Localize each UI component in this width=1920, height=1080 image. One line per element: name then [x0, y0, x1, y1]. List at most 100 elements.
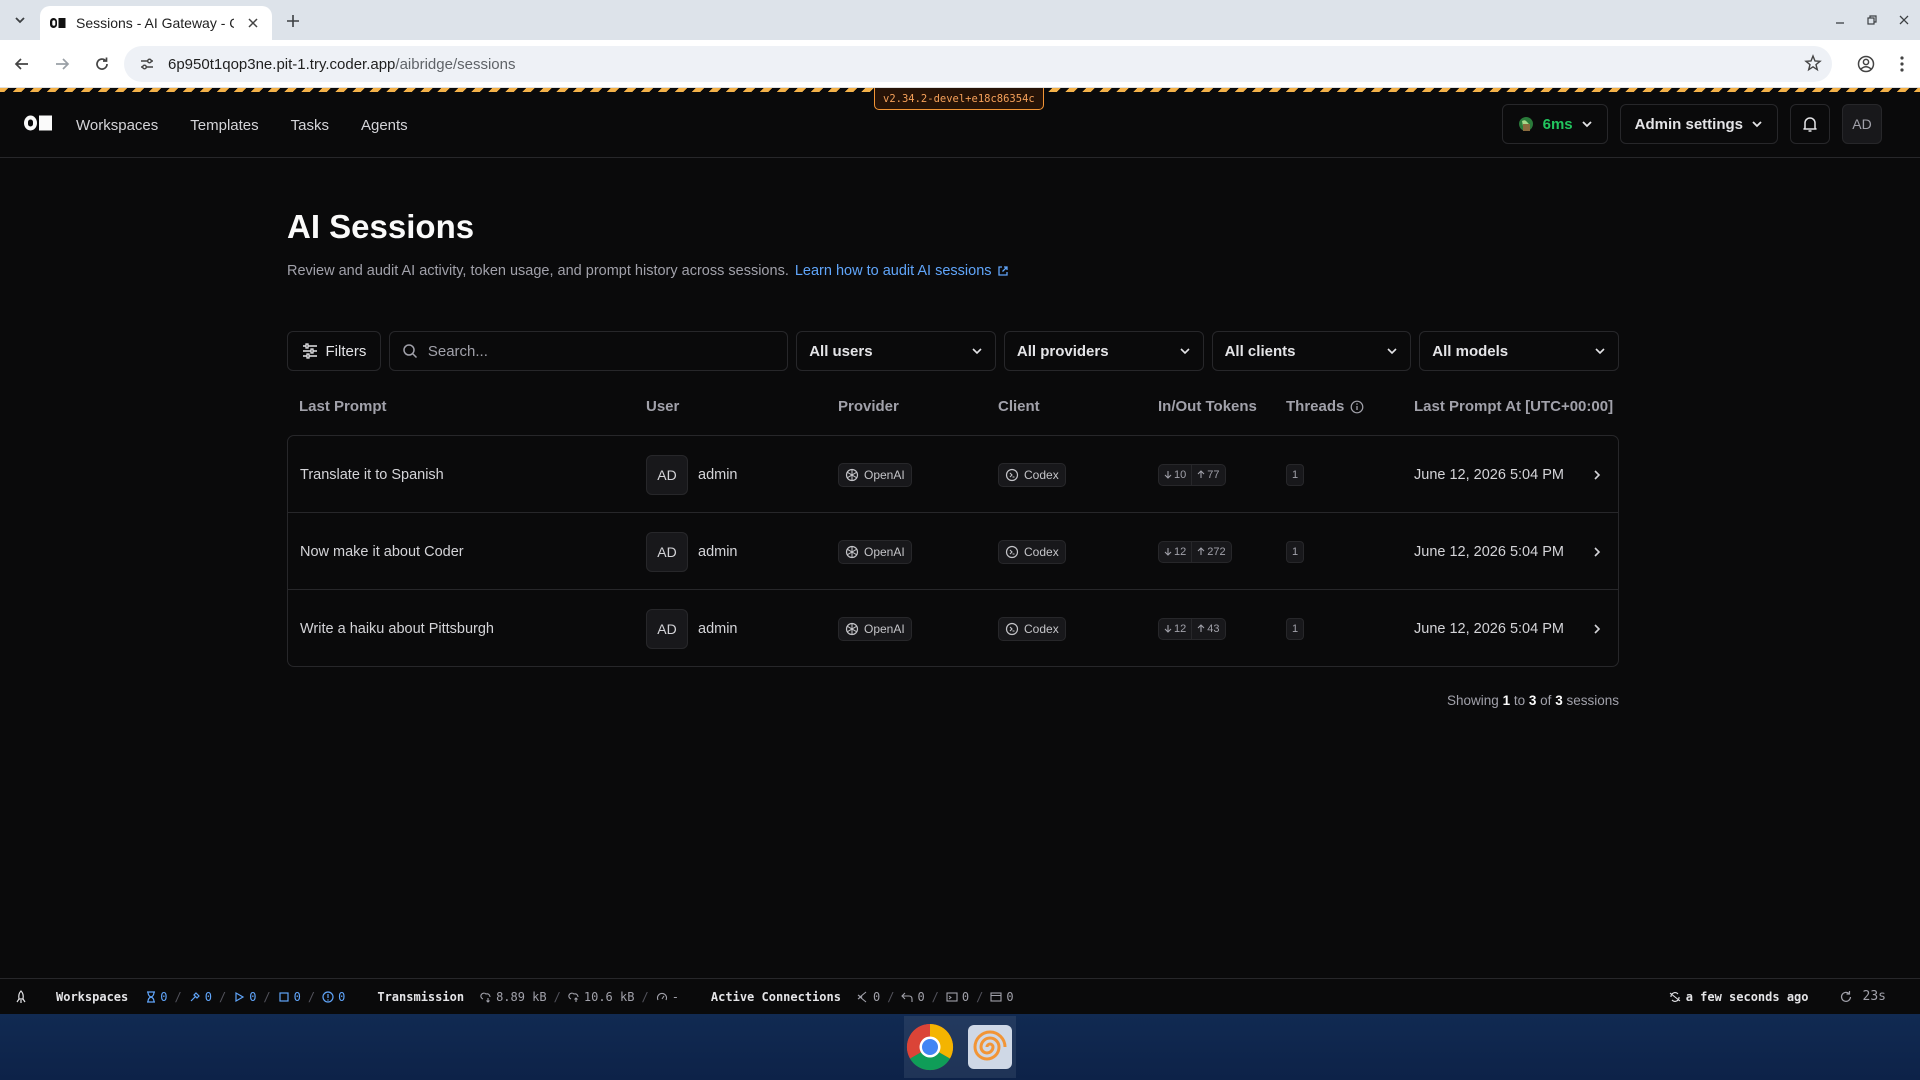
- threads-cell: 1: [1286, 436, 1304, 513]
- tab-search-icon[interactable]: [8, 8, 32, 32]
- transmission-label: Transmission: [377, 989, 465, 1004]
- region-latency-button[interactable]: 6ms: [1501, 104, 1608, 144]
- spiral-app-icon[interactable]: [965, 1022, 1015, 1072]
- play-icon: [235, 991, 245, 1002]
- avatar: AD: [646, 608, 688, 649]
- chevron-right-icon[interactable]: [1592, 590, 1602, 667]
- forward-icon[interactable]: [44, 46, 80, 82]
- threads-count: 1: [1286, 540, 1304, 563]
- ws-failed[interactable]: 0: [322, 990, 345, 1004]
- search-input[interactable]: [427, 342, 768, 360]
- bookmark-star-icon[interactable]: [1804, 54, 1822, 72]
- header-last-prompt: Last Prompt: [299, 398, 387, 415]
- tokens-cell: 10 77: [1158, 436, 1226, 513]
- nav-tasks[interactable]: Tasks: [291, 117, 329, 134]
- tx-sent: 8.89 kB: [480, 990, 547, 1004]
- chevron-down-icon: [1387, 348, 1397, 355]
- arrow-up-icon: [1197, 547, 1205, 555]
- history-icon: [1669, 991, 1681, 1002]
- nav-templates[interactable]: Templates: [190, 117, 258, 134]
- refresh-button[interactable]: 23s: [1839, 989, 1886, 1004]
- table-row[interactable]: Translate it to Spanish AD admin OpenAI …: [288, 436, 1618, 513]
- user-cell: AD admin: [646, 513, 738, 590]
- notifications-button[interactable]: [1790, 104, 1830, 144]
- avatar: AD: [646, 454, 688, 495]
- chevron-down-icon: [972, 348, 982, 355]
- header-client: Client: [998, 398, 1040, 415]
- chevron-right-icon[interactable]: [1592, 436, 1602, 513]
- rocket-icon: [14, 989, 28, 1004]
- address-bar[interactable]: 6p950t1qop3ne.pit-1.try.coder.app/aibrid…: [124, 46, 1832, 82]
- prompt-cell: Translate it to Spanish: [300, 466, 444, 483]
- close-window-icon[interactable]: [1888, 0, 1920, 40]
- arrow-down-icon: [1164, 548, 1172, 556]
- codex-icon: [1005, 468, 1019, 481]
- restore-icon[interactable]: [1856, 0, 1888, 40]
- sliders-icon: [302, 343, 317, 359]
- ws-stopped[interactable]: 0: [278, 990, 301, 1004]
- codex-icon: [1005, 545, 1019, 558]
- tab-close-icon[interactable]: [244, 14, 262, 32]
- provider-cell: OpenAI: [838, 513, 912, 590]
- audit-docs-link[interactable]: Learn how to audit AI sessions: [795, 263, 1009, 279]
- profile-icon[interactable]: [1848, 46, 1884, 82]
- chevron-right-icon[interactable]: [1592, 513, 1602, 590]
- time-cell: June 12, 2026 5:04 PM: [1414, 543, 1564, 560]
- minimize-icon[interactable]: [1824, 0, 1856, 40]
- browser-menu-icon[interactable]: [1884, 46, 1920, 82]
- admin-settings-button[interactable]: Admin settings: [1619, 104, 1778, 144]
- arrow-down-icon: [1164, 625, 1172, 633]
- new-tab-icon[interactable]: [282, 10, 304, 32]
- ws-running[interactable]: 0: [233, 990, 256, 1004]
- conn-apps: 0: [990, 990, 1014, 1004]
- coder-app: v2.34.2-devel+e18c86354c Workspaces Temp…: [0, 88, 1920, 978]
- user-avatar[interactable]: AD: [1842, 104, 1882, 144]
- input-tokens: 12: [1158, 540, 1193, 563]
- tab-title: Sessions - AI Gateway - C: [76, 15, 234, 31]
- bell-icon: [1803, 117, 1817, 132]
- output-tokens: 43: [1192, 617, 1226, 640]
- ws-building[interactable]: 0: [189, 990, 212, 1004]
- filters-button[interactable]: Filters: [287, 331, 381, 371]
- info-icon[interactable]: [1350, 400, 1364, 414]
- chrome-icon[interactable]: [905, 1022, 955, 1072]
- provider-cell: OpenAI: [838, 590, 912, 667]
- time-cell: June 12, 2026 5:04 PM: [1414, 620, 1564, 637]
- users-select[interactable]: All users: [796, 331, 996, 371]
- cloud-download-icon: [480, 992, 491, 1003]
- threads-count: 1: [1286, 617, 1304, 640]
- active-connections-label: Active Connections: [710, 989, 841, 1004]
- threads-count: 1: [1286, 463, 1304, 486]
- header-tokens: In/Out Tokens: [1158, 398, 1257, 415]
- table-row[interactable]: Write a haiku about Pittsburgh AD admin …: [288, 590, 1618, 667]
- coder-logo-icon[interactable]: [24, 114, 52, 132]
- ws-pending[interactable]: 0: [146, 990, 167, 1004]
- clients-select[interactable]: All clients: [1211, 331, 1412, 371]
- table-header: Last Prompt User Provider Client In/Out …: [287, 388, 1619, 424]
- gauge-icon: [656, 992, 667, 1000]
- browser-tab-active[interactable]: Sessions - AI Gateway - C: [40, 6, 272, 40]
- models-select[interactable]: All models: [1419, 331, 1619, 371]
- nav-agents[interactable]: Agents: [361, 117, 408, 134]
- tokens-cell: 12 43: [1158, 590, 1226, 667]
- back-icon[interactable]: [4, 46, 40, 82]
- client-cell: Codex: [998, 436, 1066, 513]
- hourglass-icon: [147, 990, 156, 1003]
- search-box: [388, 331, 789, 371]
- browser-toolbar: 6p950t1qop3ne.pit-1.try.coder.app/aibrid…: [0, 40, 1920, 88]
- alert-circle-icon: [322, 990, 334, 1003]
- external-link-icon: [997, 266, 1008, 276]
- reload-icon[interactable]: [84, 46, 120, 82]
- provider-chip: OpenAI: [838, 462, 912, 487]
- url-text: 6p950t1qop3ne.pit-1.try.coder.app/aibrid…: [168, 55, 516, 73]
- client-chip: Codex: [998, 539, 1066, 564]
- primary-nav: Workspaces Templates Tasks Agents: [76, 92, 408, 158]
- table-row[interactable]: Now make it about Coder AD admin OpenAI …: [288, 513, 1618, 590]
- site-settings-icon[interactable]: [136, 53, 158, 75]
- nav-workspaces[interactable]: Workspaces: [76, 117, 158, 134]
- prompt-cell: Write a haiku about Pittsburgh: [300, 620, 494, 637]
- threads-cell: 1: [1286, 513, 1304, 590]
- providers-select[interactable]: All providers: [1003, 331, 1204, 371]
- conn-terminal: 0: [946, 990, 969, 1004]
- browser-tab-bar: Sessions - AI Gateway - C: [0, 0, 1920, 40]
